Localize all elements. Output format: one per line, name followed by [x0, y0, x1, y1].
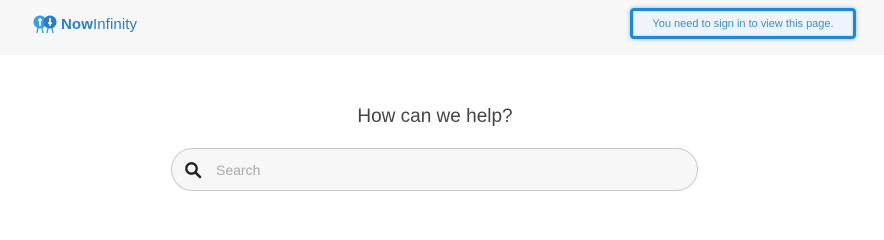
signin-notice-text[interactable]: You need to sign in to view this page.: [652, 18, 833, 30]
top-header: NowInfinity You need to sign in to view …: [0, 0, 884, 55]
search-icon: [184, 161, 202, 179]
signin-required-notice[interactable]: You need to sign in to view this page.: [630, 8, 856, 39]
page-title: How can we help?: [357, 106, 513, 127]
logo-text-infinity: Infinity: [92, 15, 138, 33]
logo-text-now: Now: [61, 15, 93, 33]
nowinfinity-logo[interactable]: NowInfinity: [33, 14, 137, 34]
nowinfinity-logo-icon: [33, 14, 57, 34]
logo-wordmark: NowInfinity: [61, 16, 137, 33]
search-input[interactable]: [214, 153, 678, 186]
search-bar[interactable]: [171, 148, 698, 191]
